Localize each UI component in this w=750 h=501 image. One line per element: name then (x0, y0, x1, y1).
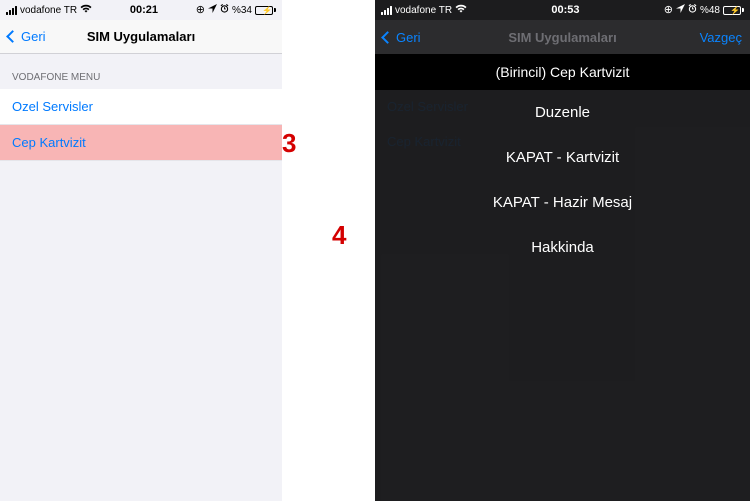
carrier-label: vodafone TR (20, 5, 77, 16)
back-label: Geri (21, 29, 46, 44)
annotation-marker-3: 3 (282, 128, 296, 159)
page-title: SIM Uygulamaları (87, 29, 195, 44)
screenshot-right: vodafone TR 00:53 ⊕ %48 ⚡ Geri SIM Uygul… (375, 0, 750, 501)
wifi-icon (455, 4, 467, 16)
alarm-icon (688, 4, 697, 16)
action-sheet-item-duzenle[interactable]: Duzenle (375, 90, 750, 135)
location-icon (208, 4, 217, 16)
cancel-button[interactable]: Vazgeç (700, 30, 742, 45)
battery-icon: ⚡ (255, 6, 276, 15)
alarm-icon (220, 4, 229, 16)
annotation-gap: 3 4 (282, 0, 375, 501)
carrier-label: vodafone TR (395, 5, 452, 16)
signal-bars-icon (6, 6, 17, 15)
list-item-label: Ozel Servisler (12, 99, 93, 114)
section-header: VODAFONE MENU (0, 54, 282, 89)
back-button[interactable]: Geri (383, 30, 421, 45)
battery-pct-label: %48 (700, 5, 720, 16)
status-bar: vodafone TR 00:21 ⊕ %34 ⚡ (0, 0, 282, 20)
battery-pct-label: %34 (232, 5, 252, 16)
action-sheet: (Birincil) Cep Kartvizit Duzenle KAPAT -… (375, 54, 750, 501)
status-bar: vodafone TR 00:53 ⊕ %48 ⚡ (375, 0, 750, 20)
list-item-label: Cep Kartvizit (12, 135, 86, 150)
action-sheet-item-hakkinda[interactable]: Hakkinda (375, 225, 750, 270)
action-sheet-item-kapat-kartvizit[interactable]: KAPAT - Kartvizit (375, 135, 750, 180)
screenshot-left: vodafone TR 00:21 ⊕ %34 ⚡ Geri SIM Uygul… (0, 0, 282, 501)
clock: 00:53 (551, 4, 579, 16)
chevron-left-icon (6, 30, 19, 43)
back-button[interactable]: Geri (8, 29, 46, 44)
chevron-left-icon (381, 31, 394, 44)
back-label: Geri (396, 30, 421, 45)
clock: 00:21 (130, 4, 158, 16)
nav-bar: Geri SIM Uygulamaları Vazgeç (375, 20, 750, 54)
page-title: SIM Uygulamaları (508, 30, 616, 45)
orientation-lock-icon: ⊕ (196, 5, 205, 16)
annotation-marker-4: 4 (332, 220, 346, 251)
battery-icon: ⚡ (723, 6, 744, 15)
location-icon (676, 4, 685, 16)
nav-bar: Geri SIM Uygulamaları (0, 20, 282, 54)
action-sheet-item-kapat-hazir-mesaj[interactable]: KAPAT - Hazir Mesaj (375, 180, 750, 225)
orientation-lock-icon: ⊕ (664, 5, 673, 16)
action-sheet-title: (Birincil) Cep Kartvizit (375, 54, 750, 90)
wifi-icon (80, 4, 92, 16)
list-item-cep-kartvizit[interactable]: Cep Kartvizit (0, 125, 282, 161)
signal-bars-icon (381, 6, 392, 15)
list-item-ozel-servisler[interactable]: Ozel Servisler (0, 89, 282, 125)
